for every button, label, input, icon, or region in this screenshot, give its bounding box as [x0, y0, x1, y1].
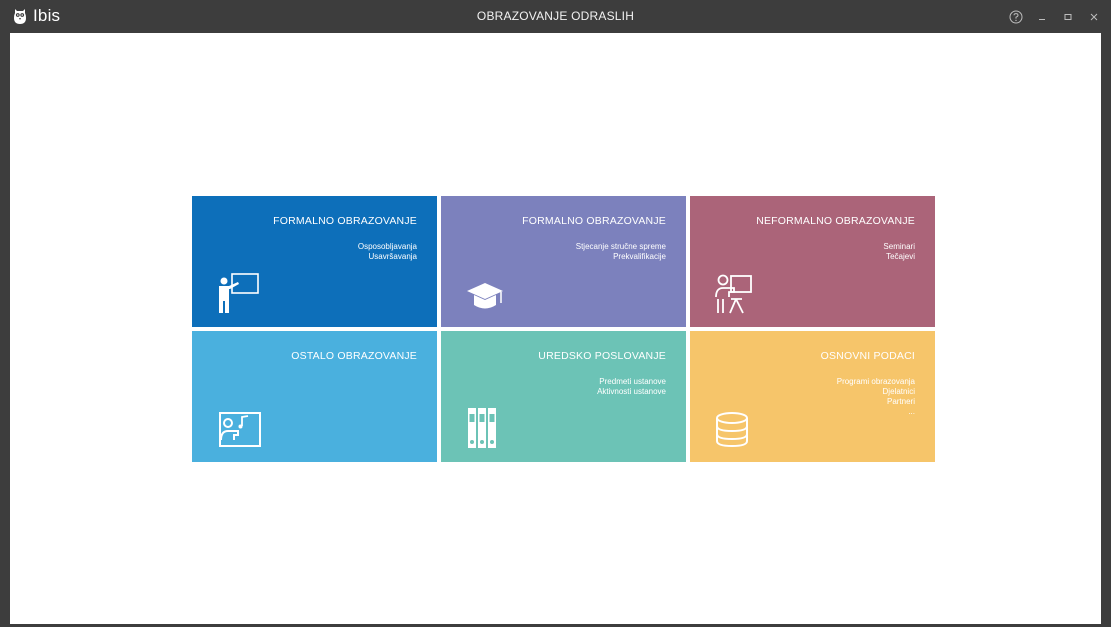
tile-formalno-osposobljavanja[interactable]: FORMALNO OBRAZOVANJE Osposobljavanja Usa…	[192, 196, 437, 327]
app-window: Ibis OBRAZOVANJE ODRASLIH FORMALNO OBRAZ…	[0, 0, 1111, 627]
database-icon	[716, 412, 748, 448]
tile-title: OSTALO OBRAZOVANJE	[291, 350, 417, 362]
main-content: FORMALNO OBRAZOVANJE Osposobljavanja Usa…	[10, 33, 1101, 624]
tile-items: Seminari Tečajevi	[883, 242, 915, 262]
tile-item[interactable]: Tečajevi	[883, 252, 915, 262]
tile-item[interactable]: Usavršavanja	[358, 252, 417, 262]
tile-item[interactable]: Seminari	[883, 242, 915, 252]
presenter-icon	[715, 274, 752, 314]
minimize-icon	[1039, 19, 1045, 20]
tile-item[interactable]: Osposobljavanja	[358, 242, 417, 252]
tile-title: UREDSKO POSLOVANJE	[538, 350, 666, 362]
tile-formalno-strucna-sprema[interactable]: FORMALNO OBRAZOVANJE Stjecanje stručne s…	[441, 196, 686, 327]
tile-ostalo-obrazovanje[interactable]: OSTALO OBRAZOVANJE	[192, 331, 437, 462]
tile-title: OSNOVNI PODACI	[820, 350, 915, 362]
help-icon	[1009, 10, 1023, 24]
tile-title: NEFORMALNO OBRAZOVANJE	[756, 215, 915, 227]
window-title: OBRAZOVANJE ODRASLIH	[476, 9, 635, 23]
tile-osnovni-podaci[interactable]: OSNOVNI PODACI Programi obrazovanja Djel…	[690, 331, 935, 462]
minimize-button[interactable]	[1031, 8, 1053, 26]
title-bar[interactable]: Ibis OBRAZOVANJE ODRASLIH	[0, 0, 1111, 33]
tile-grid: FORMALNO OBRAZOVANJE Osposobljavanja Usa…	[192, 196, 937, 462]
tile-item[interactable]: Prekvalifikacije	[576, 252, 666, 262]
tile-item[interactable]: Stjecanje stručne spreme	[576, 242, 666, 252]
maximize-icon	[1064, 14, 1072, 20]
maximize-button[interactable]	[1057, 8, 1079, 26]
window-controls	[1001, 8, 1105, 26]
teacher-board-icon	[219, 273, 259, 313]
tile-item[interactable]: Programi obrazovanja	[837, 377, 915, 387]
tile-item[interactable]: Predmeti ustanove	[597, 377, 666, 387]
tile-item[interactable]: Djelatnici	[837, 387, 915, 397]
help-button[interactable]	[1005, 8, 1027, 26]
close-button[interactable]	[1083, 8, 1105, 26]
tile-item[interactable]: ...	[837, 407, 915, 417]
tile-items: Osposobljavanja Usavršavanja	[358, 242, 417, 262]
tile-uredsko-poslovanje[interactable]: UREDSKO POSLOVANJE Predmeti ustanove Akt…	[441, 331, 686, 462]
tile-title: FORMALNO OBRAZOVANJE	[273, 215, 417, 227]
graduation-cap-icon	[467, 283, 503, 309]
tile-item[interactable]: Aktivnosti ustanove	[597, 387, 666, 397]
tile-title: FORMALNO OBRAZOVANJE	[522, 215, 666, 227]
tile-items: Programi obrazovanja Djelatnici Partneri…	[837, 377, 915, 417]
binders-icon	[468, 408, 496, 448]
tile-item[interactable]: Partneri	[837, 397, 915, 407]
close-icon	[1090, 13, 1098, 21]
tile-items: Predmeti ustanove Aktivnosti ustanove	[597, 377, 666, 397]
tile-neformalno-obrazovanje[interactable]: NEFORMALNO OBRAZOVANJE Seminari Tečajevi	[690, 196, 935, 327]
tile-items: Stjecanje stručne spreme Prekvalifikacij…	[576, 242, 666, 262]
music-class-icon	[219, 412, 261, 447]
